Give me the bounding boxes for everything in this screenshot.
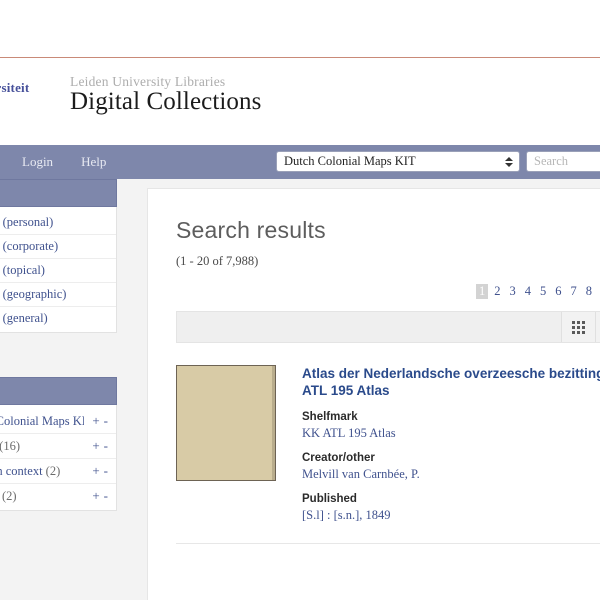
facet-label: Atlases (2) [0,489,17,504]
meta-value-shelfmark[interactable]: KK ATL 195 Atlas [302,426,600,441]
nav-link-login[interactable]: Login [8,145,67,179]
list-view-button[interactable] [595,312,600,342]
pagination-page-4[interactable]: 4 [522,284,534,299]
facet-label: Subject (topical) [0,263,45,277]
facet-group-collections-header[interactable] [0,377,117,405]
facet-group-collections-body: Dutch Colonial Maps KIT (7988) + - Photo… [0,405,117,511]
facet-label: Subject (general) [0,311,48,325]
facet-row[interactable]: Photos (16) + - [0,434,116,459]
facet-toggle-group: + - [92,463,108,479]
search-input[interactable]: Search [526,151,600,172]
results-count: (1 - 20 of 7,988) [176,254,259,268]
facet-expand-icon[interactable]: + [92,438,99,454]
facet-label: Photos (16) [0,439,20,454]
university-wordmark[interactable]: Universiteit [0,80,29,96]
site-title[interactable]: Digital Collections [70,88,261,116]
pagination-page-5[interactable]: 5 [537,284,549,299]
facet-count: (2) [1,488,17,503]
pagination-page-6[interactable]: 6 [552,284,564,299]
facet-collapse-icon[interactable]: - [104,488,108,504]
result-thumbnail-wrap[interactable] [176,365,280,523]
facet-expand-icon[interactable]: + [92,413,99,429]
facet-label: Dutch Colonial Maps KIT (7988) [0,413,85,428]
facet-expand-icon[interactable]: + [92,488,99,504]
nav-link-list: Login Help [0,145,120,179]
facet-group-fields: Creator (personal) Creator (corporate) S… [0,179,117,333]
chevron-updown-icon[interactable] [504,155,513,169]
meta-label-published: Published [302,493,357,505]
facet-group-collections: Dutch Colonial Maps KIT (7988) + - Photo… [0,377,117,511]
facet-toggle-group: + - [92,438,108,454]
results-panel: Search results (1 - 20 of 7,988) 1 2 3 4… [147,188,600,600]
facet-collapse-icon[interactable]: - [104,438,108,454]
search-scope-value: Dutch Colonial Maps KIT [284,154,416,168]
grid-view-button[interactable] [561,312,595,342]
facet-row[interactable]: Creator (personal) [0,211,116,235]
facet-row[interactable]: Maps in context (2) + - [0,459,116,484]
search-scope-select[interactable]: Dutch Colonial Maps KIT [276,151,520,172]
result-metadata: Atlas der Nederlandsche overzeesche bezi… [280,365,600,523]
facet-row[interactable]: Dutch Colonial Maps KIT (7988) + - [0,409,116,434]
masthead: Universiteit Leiden University Libraries… [0,58,600,138]
nav-link-help[interactable]: Help [67,145,120,179]
facet-count: (2) [45,463,61,478]
result-title-line2: ATL 195 Atlas [302,383,390,398]
result-title-line1: Atlas der Nederlandsche overzeesche bezi… [302,366,600,381]
facet-toggle-group: + - [92,488,108,504]
facet-row[interactable]: Subject (geographic) [0,283,116,307]
facet-group-fields-body: Creator (personal) Creator (corporate) S… [0,207,117,333]
meta-value-published[interactable]: [S.l] : [s.n.], 1849 [302,508,600,523]
navigation-bar: Login Help Dutch Colonial Maps KIT Searc… [0,145,600,179]
pagination: 1 2 3 4 5 6 7 8 9 10 [476,283,600,299]
pagination-page-2[interactable]: 2 [491,284,503,299]
facet-toggle-group: + - [92,413,108,429]
facet-group-fields-header[interactable] [0,179,117,207]
facet-label: Subject (geographic) [0,287,67,301]
pagination-page-7[interactable]: 7 [568,284,580,299]
search-area: Dutch Colonial Maps KIT Search [276,151,600,172]
book-cover-thumbnail[interactable] [176,365,276,481]
meta-value-creator[interactable]: Melvill van Carnbée, P. [302,467,600,482]
pagination-page-8[interactable]: 8 [583,284,595,299]
facet-collapse-icon[interactable]: - [104,463,108,479]
pagination-page-1[interactable]: 1 [476,283,489,299]
facet-row[interactable]: Subject (topical) [0,259,116,283]
page-body: Creator (personal) Creator (corporate) S… [0,179,600,600]
facet-row[interactable]: Subject (general) [0,307,116,330]
facet-sidebar: Creator (personal) Creator (corporate) S… [0,179,117,511]
meta-label-shelfmark: Shelfmark [302,411,358,423]
facet-label: Creator (corporate) [0,239,59,253]
page-root: Universiteit Leiden University Libraries… [0,0,600,600]
meta-label-creator: Creator/other [302,452,375,464]
results-toolbar [176,311,600,343]
grid-icon [572,320,585,334]
facet-label: Maps in context (2) [0,463,61,478]
search-input-placeholder: Search [534,154,569,168]
facet-expand-icon[interactable]: + [92,463,99,479]
result-title-link[interactable]: Atlas der Nederlandsche overzeesche bezi… [302,365,600,399]
page-title: Search results [176,217,326,243]
facet-count: (16) [0,438,20,453]
facet-row[interactable]: Creator (corporate) [0,235,116,259]
pagination-page-3[interactable]: 3 [507,284,519,299]
result-item: Atlas der Nederlandsche overzeesche bezi… [176,343,600,544]
facet-label: Creator (personal) [0,215,54,229]
facet-collapse-icon[interactable]: - [104,413,108,429]
facet-row[interactable]: Atlases (2) + - [0,484,116,508]
